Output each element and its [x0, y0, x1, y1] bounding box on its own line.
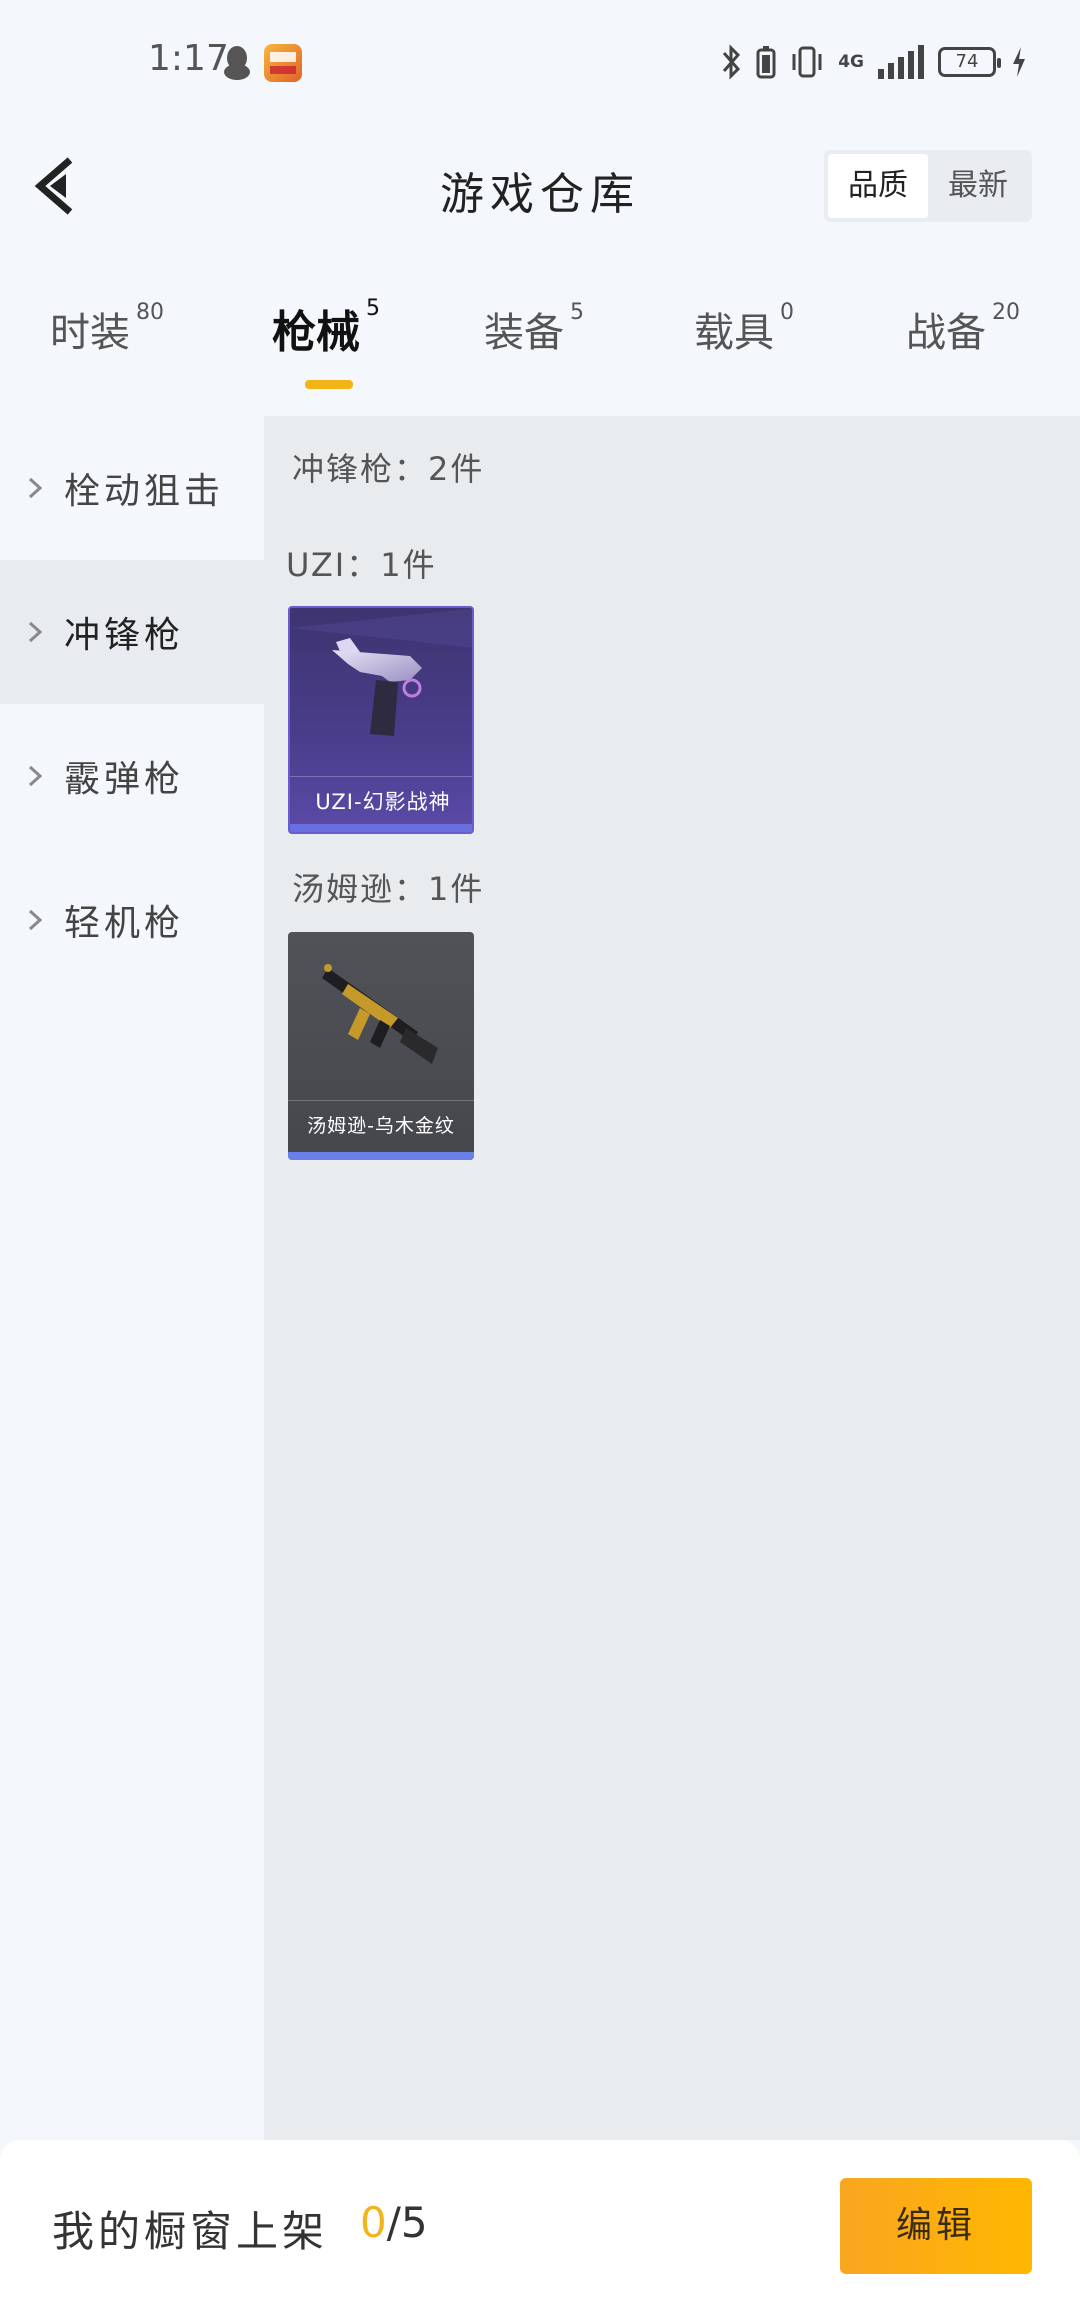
status-time: 1:17 — [148, 38, 229, 79]
sidebar-item-bolt-action-sniper[interactable]: 栓动狙击 — [0, 416, 264, 560]
tab-count: 0 — [780, 300, 794, 325]
tab-count: 80 — [136, 300, 164, 325]
sidebar-item-shotgun[interactable]: 霰弹枪 — [0, 704, 264, 848]
showcase-total: /5 — [386, 2198, 428, 2247]
chevron-right-icon — [28, 621, 43, 643]
active-tab-indicator — [305, 380, 353, 389]
group-heading-thompson: 汤姆逊：1件 — [292, 870, 485, 908]
sort-by-newest-button[interactable]: 最新 — [928, 154, 1028, 218]
item-name: UZI-幻影战神 — [290, 776, 472, 826]
category-summary: 冲锋枪：2件 — [292, 450, 485, 488]
tab-count: 5 — [570, 300, 584, 325]
battery-level: 74 — [955, 51, 979, 72]
vibrate-icon — [792, 46, 822, 78]
rarity-bar — [290, 824, 472, 832]
showcase-label: 我的橱窗上架 — [52, 2207, 329, 2256]
weapon-type-sidebar: 栓动狙击 冲锋枪 霰弹枪 轻机枪 — [0, 416, 264, 2140]
group-heading-uzi: UZI：1件 — [286, 546, 437, 584]
category-tabs: 时装 80 枪械 5 装备 5 载具 0 战备 20 — [0, 296, 1080, 410]
tab-label: 装备 — [484, 310, 564, 356]
sort-toggle: 品质 最新 — [824, 150, 1032, 222]
sidebar-item-label: 栓动狙击 — [64, 471, 225, 512]
item-card-uzi-phantom[interactable]: UZI-幻影战神 — [288, 606, 474, 834]
showcase-count: 0/5 — [360, 2198, 428, 2247]
chevron-right-icon — [28, 909, 43, 931]
status-icons: 4G 74 — [720, 40, 1028, 84]
showcase-bar: 我的橱窗上架 0/5 编辑 — [0, 2140, 1080, 2310]
item-name: 汤姆逊-乌木金纹 — [288, 1100, 474, 1150]
chevron-right-icon — [28, 477, 43, 499]
tab-supplies[interactable]: 战备 20 — [906, 300, 1020, 400]
network-type-label: 4G — [838, 52, 864, 72]
edit-button[interactable]: 编辑 — [840, 2178, 1032, 2274]
item-list-panel: 冲锋枪：2件 UZI：1件 UZI-幻影战神 汤姆逊：1件 汤姆逊-乌木金纹 — [264, 416, 1080, 2140]
chevron-right-icon — [28, 765, 43, 787]
qq-icon — [224, 46, 250, 80]
showcase-current: 0 — [360, 2198, 387, 2247]
tab-count: 5 — [366, 296, 380, 321]
thompson-weapon-image — [322, 964, 438, 1064]
item-card-thompson-ebony-gold[interactable]: 汤姆逊-乌木金纹 — [288, 932, 474, 1160]
charging-icon — [1013, 47, 1025, 77]
signal-icon — [878, 45, 924, 79]
battery-icon: 74 — [938, 47, 1001, 77]
sort-by-quality-button[interactable]: 品质 — [828, 154, 928, 218]
battery-saver-icon — [756, 46, 776, 79]
sidebar-item-lmg[interactable]: 轻机枪 — [0, 848, 264, 992]
sidebar-item-label: 霰弹枪 — [64, 759, 185, 800]
tab-fashion[interactable]: 时装 80 — [50, 300, 164, 400]
tab-label: 时装 — [50, 310, 130, 356]
sidebar-item-smg[interactable]: 冲锋枪 — [0, 560, 264, 704]
tab-label: 战备 — [906, 310, 986, 356]
tab-label: 载具 — [694, 310, 774, 356]
tab-equipment[interactable]: 装备 5 — [484, 300, 584, 400]
bluetooth-icon — [723, 44, 741, 80]
sidebar-item-label: 轻机枪 — [64, 903, 185, 944]
rarity-bar — [288, 1152, 474, 1160]
status-bar: 1:17 4G 74 — [0, 0, 1080, 120]
uzi-weapon-image — [290, 608, 472, 736]
tab-count: 20 — [992, 300, 1020, 325]
tab-vehicles[interactable]: 载具 0 — [694, 300, 794, 400]
game-app-icon — [264, 44, 302, 82]
sidebar-item-label: 冲锋枪 — [64, 615, 185, 656]
tab-label: 枪械 — [272, 307, 360, 358]
